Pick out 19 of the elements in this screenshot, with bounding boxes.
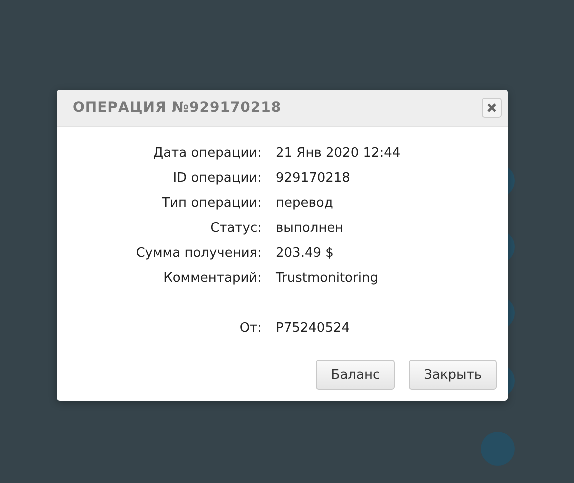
field-label: От:: [238, 320, 262, 337]
field-value: 203.49 $: [276, 245, 335, 262]
close-button[interactable]: [482, 98, 502, 118]
field-label: Тип операции:: [161, 195, 262, 212]
field-value: 929170218: [276, 170, 352, 187]
field-value: Trustmonitoring: [276, 270, 380, 287]
field-label: Статус:: [210, 220, 262, 237]
field-label: Комментарий:: [162, 270, 262, 287]
field-label: ID операции:: [172, 170, 262, 187]
close-icon: [487, 103, 497, 113]
dialog-title: ОПЕРАЦИЯ №929170218: [73, 100, 282, 116]
close-dialog-button[interactable]: Закрыть: [409, 360, 497, 390]
field-value: P75240524: [276, 320, 352, 337]
field-value: 21 Янв 2020 12:44: [276, 145, 402, 162]
field-value: выполнен: [276, 220, 345, 237]
field-label: Дата операции:: [152, 145, 262, 162]
balance-button[interactable]: Баланс: [316, 360, 396, 390]
field-label: Сумма получения:: [135, 245, 262, 262]
field-value: перевод: [276, 195, 334, 212]
